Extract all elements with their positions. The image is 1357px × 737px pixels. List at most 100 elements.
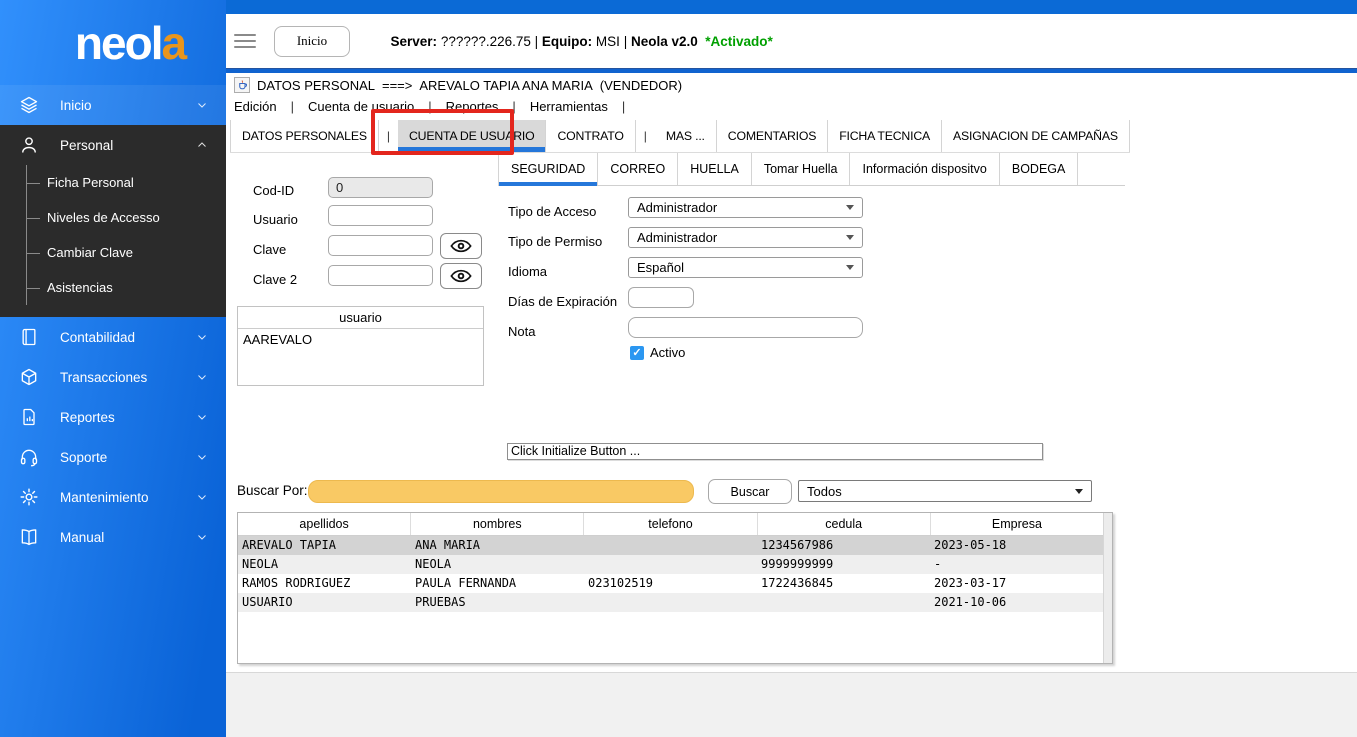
search-input[interactable] (308, 480, 694, 503)
subtab-bar: SEGURIDAD CORREO HUELLA Tomar Huella Inf… (498, 153, 1125, 186)
cell-apellidos: RAMOS RODRIGUEZ (238, 574, 411, 593)
filter-dropdown[interactable]: Todos (798, 480, 1092, 502)
initialize-status-box: Click Initialize Button ... (507, 443, 1043, 460)
hamburger-menu-icon[interactable] (234, 30, 256, 52)
sidebar-child-label: Ficha Personal (47, 175, 134, 190)
tab-label: DATOS PERSONALES (242, 129, 367, 143)
app-window: neol a Inicio Personal Fi (0, 0, 1357, 737)
record-role: (VENDEDOR) (600, 78, 682, 93)
menu-edicion[interactable]: Edición (234, 99, 277, 114)
column-header-apellidos[interactable]: apellidos (238, 513, 411, 535)
main-content: DATOS PERSONAL ===> AREVALO TAPIA ANA MA… (226, 73, 1357, 737)
sidebar-child-label: Asistencias (47, 280, 113, 295)
sidebar-item-contabilidad[interactable]: Contabilidad (0, 317, 226, 357)
subtab-bodega[interactable]: BODEGA (1000, 153, 1079, 185)
cell-telefono: 023102519 (584, 574, 757, 593)
column-header-cedula[interactable]: cedula (758, 513, 931, 535)
clave-field[interactable] (328, 235, 433, 256)
cell-cedula (757, 593, 930, 612)
sidebar-item-soporte[interactable]: Soporte (0, 437, 226, 477)
subtab-correo[interactable]: CORREO (598, 153, 678, 185)
sidebar-child-label: Cambiar Clave (47, 245, 133, 260)
sidebar-item-label: Contabilidad (60, 330, 135, 345)
inicio-button[interactable]: Inicio (274, 26, 350, 57)
tipo-acceso-dropdown[interactable]: Administrador (628, 197, 863, 218)
tab-bar: DATOS PERSONALES | CUENTA DE USUARIO CON… (230, 120, 1130, 153)
dias-expiracion-field[interactable] (628, 287, 694, 308)
record-header: DATOS PERSONAL ===> AREVALO TAPIA ANA MA… (234, 77, 682, 93)
column-header-empresa[interactable]: Empresa (931, 513, 1103, 535)
tab-ficha-tecnica[interactable]: FICHA TECNICA (828, 120, 942, 152)
sidebar-item-reportes[interactable]: Reportes (0, 397, 226, 437)
cell-cedula: 1722436845 (757, 574, 930, 593)
usuario-list-item[interactable]: AAREVALO (238, 329, 483, 350)
dropdown-caret-icon (1075, 489, 1083, 494)
sidebar-group-personal: Personal Ficha Personal Niveles de Acces… (0, 125, 226, 317)
logo-text: neol (75, 16, 162, 70)
tab-comentarios[interactable]: COMENTARIOS (717, 120, 828, 152)
usuario-field[interactable] (328, 205, 433, 226)
cell-apellidos: NEOLA (238, 555, 411, 574)
dropdown-value: Administrador (637, 230, 717, 245)
buscar-por-label: Buscar Por: (237, 483, 308, 498)
sidebar-item-niveles-de-accesso[interactable]: Niveles de Accesso (27, 200, 226, 235)
dropdown-caret-icon (846, 265, 854, 270)
cell-cedula: 1234567986 (757, 536, 930, 555)
sidebar-item-personal[interactable]: Personal (0, 125, 226, 165)
column-header-telefono[interactable]: telefono (584, 513, 757, 535)
column-header-nombres[interactable]: nombres (411, 513, 584, 535)
sidebar-item-transacciones[interactable]: Transacciones (0, 357, 226, 397)
cell-nombres: PAULA FERNANDA (411, 574, 584, 593)
usuario-list: usuario AAREVALO (237, 306, 484, 386)
activo-checkbox-row[interactable]: ✓ Activo (630, 345, 685, 360)
subtab-huella[interactable]: HUELLA (678, 153, 752, 185)
chevron-up-icon (196, 139, 208, 151)
version-label: Neola v2.0 (631, 34, 705, 49)
subtab-label: Tomar Huella (764, 162, 838, 176)
table-scrollbar[interactable] (1103, 513, 1112, 663)
nota-label: Nota (508, 324, 535, 339)
activo-checkbox[interactable]: ✓ (630, 346, 644, 360)
sidebar-item-label: Soporte (60, 450, 107, 465)
menu-herramientas[interactable]: Herramientas (530, 99, 608, 114)
sidebar-item-asistencias[interactable]: Asistencias (27, 270, 226, 305)
show-clave2-button[interactable] (440, 263, 482, 289)
tab-cuenta-de-usuario[interactable]: CUENTA DE USUARIO (398, 120, 547, 152)
tipo-permiso-dropdown[interactable]: Administrador (628, 227, 863, 248)
table-row[interactable]: RAMOS RODRIGUEZ PAULA FERNANDA 023102519… (238, 574, 1103, 593)
subtab-seguridad[interactable]: SEGURIDAD (498, 153, 598, 185)
subtab-informacion-dispositivo[interactable]: Información dispositvo (850, 153, 999, 185)
clave2-field[interactable] (328, 265, 433, 286)
sidebar-item-label: Transacciones (60, 370, 147, 385)
table-row[interactable]: NEOLA NEOLA 9999999999 - (238, 555, 1103, 574)
sidebar-item-cambiar-clave[interactable]: Cambiar Clave (27, 235, 226, 270)
sidebar-item-mantenimiento[interactable]: Mantenimiento (0, 477, 226, 517)
tab-mas[interactable]: MAS ... (655, 120, 717, 152)
buscar-button[interactable]: Buscar (708, 479, 792, 504)
subtab-label: Información dispositvo (862, 162, 986, 176)
arrow-text: ===> (382, 78, 412, 93)
table-row[interactable]: USUARIO PRUEBAS 2021-10-06 (238, 593, 1103, 612)
sidebar-item-manual[interactable]: Manual (0, 517, 226, 557)
table-row[interactable]: AREVALO TAPIA ANA MARIA 1234567986 2023-… (238, 536, 1103, 555)
show-clave-button[interactable] (440, 233, 482, 259)
sidebar-item-label: Mantenimiento (60, 490, 149, 505)
nota-field[interactable] (628, 317, 863, 338)
sidebar-item-ficha-personal[interactable]: Ficha Personal (27, 165, 226, 200)
idioma-dropdown[interactable]: Español (628, 257, 863, 278)
menu-reportes[interactable]: Reportes (446, 99, 499, 114)
logo-accent: a (161, 16, 185, 70)
tab-contrato[interactable]: CONTRATO (546, 120, 635, 152)
equipo-value: MSI (596, 34, 624, 49)
menu-cuenta-de-usuario[interactable]: Cuenta de usuario (308, 99, 414, 114)
activo-label: Activo (650, 345, 685, 360)
subtab-tomar-huella[interactable]: Tomar Huella (752, 153, 851, 185)
server-value: ??????.226.75 (441, 34, 535, 49)
tab-datos-personales[interactable]: DATOS PERSONALES (230, 120, 379, 152)
sidebar-child-label: Niveles de Accesso (47, 210, 160, 225)
separator: | (624, 34, 631, 49)
tab-asignacion-de-campanas[interactable]: ASIGNACION DE CAMPAÑAS (942, 120, 1130, 152)
layers-icon (18, 95, 40, 115)
sidebar-item-inicio[interactable]: Inicio (0, 85, 226, 125)
title-bar: EMPRESA ABC SA ( EMPRESA ABC SA ) - 1234… (226, 0, 1357, 14)
